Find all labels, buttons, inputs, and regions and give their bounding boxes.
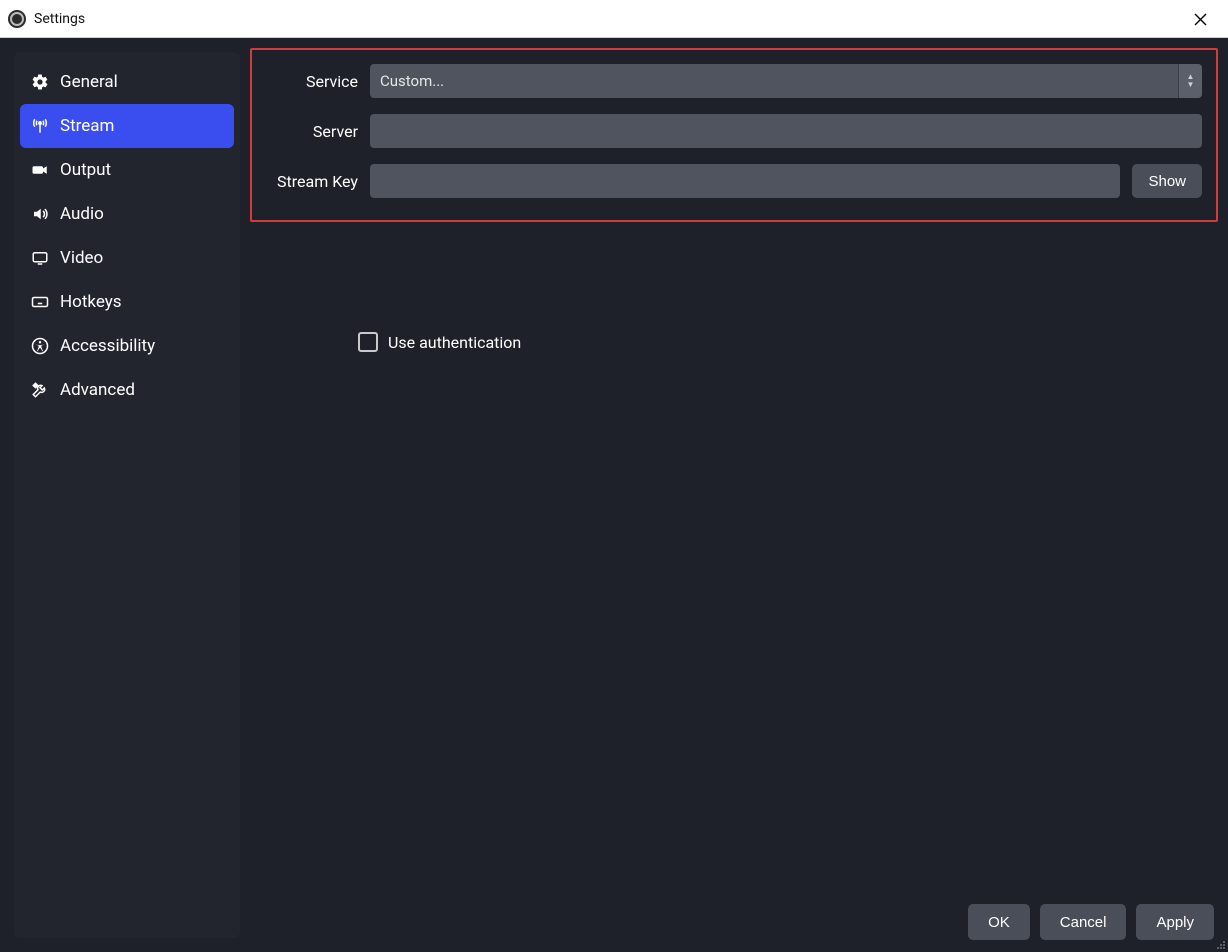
apply-button[interactable]: Apply bbox=[1136, 904, 1214, 940]
use-auth-row: Use authentication bbox=[358, 332, 1218, 352]
antenna-icon bbox=[30, 117, 50, 135]
service-value: Custom... bbox=[380, 72, 444, 90]
sidebar-item-video[interactable]: Video bbox=[20, 236, 234, 280]
server-row: Server bbox=[266, 114, 1202, 148]
sidebar-item-advanced[interactable]: Advanced bbox=[20, 368, 234, 412]
service-select[interactable]: Custom... ▲ ▼ bbox=[370, 64, 1202, 98]
obs-app-icon bbox=[8, 10, 26, 28]
gear-icon bbox=[30, 73, 50, 91]
sidebar-item-label: Audio bbox=[60, 204, 104, 224]
stream-key-row: Stream Key Show bbox=[266, 164, 1202, 198]
use-auth-checkbox[interactable] bbox=[358, 332, 378, 352]
sidebar-item-label: Video bbox=[60, 248, 103, 268]
show-stream-key-button[interactable]: Show bbox=[1132, 164, 1202, 198]
sidebar-item-label: Output bbox=[60, 160, 111, 180]
accessibility-icon bbox=[30, 337, 50, 355]
service-row: Service Custom... ▲ ▼ bbox=[266, 64, 1202, 98]
service-label: Service bbox=[266, 72, 358, 91]
use-auth-label: Use authentication bbox=[388, 333, 521, 352]
sidebar-item-label: Advanced bbox=[60, 380, 135, 400]
resize-icon bbox=[1216, 940, 1226, 950]
server-input[interactable] bbox=[370, 114, 1202, 148]
sidebar-item-label: Stream bbox=[60, 116, 114, 136]
titlebar: Settings bbox=[0, 0, 1228, 38]
keyboard-icon bbox=[30, 293, 50, 311]
sidebar-item-label: Accessibility bbox=[60, 336, 155, 356]
chevron-down-icon: ▼ bbox=[1187, 81, 1195, 89]
stream-config-highlight: Service Custom... ▲ ▼ Server Stream Key … bbox=[250, 48, 1218, 222]
sidebar-item-label: Hotkeys bbox=[60, 292, 122, 312]
camera-icon bbox=[30, 161, 50, 179]
close-icon bbox=[1194, 13, 1207, 26]
dialog-footer: OK Cancel Apply bbox=[968, 904, 1214, 940]
window-title: Settings bbox=[34, 11, 85, 27]
speaker-icon bbox=[30, 205, 50, 223]
monitor-icon bbox=[30, 249, 50, 267]
cancel-button[interactable]: Cancel bbox=[1040, 904, 1127, 940]
stream-key-label: Stream Key bbox=[266, 172, 358, 191]
select-stepper[interactable]: ▲ ▼ bbox=[1178, 64, 1202, 98]
sidebar-item-output[interactable]: Output bbox=[20, 148, 234, 192]
sidebar-item-label: General bbox=[60, 72, 118, 92]
tools-icon bbox=[30, 381, 50, 399]
sidebar-item-stream[interactable]: Stream bbox=[20, 104, 234, 148]
sidebar-item-hotkeys[interactable]: Hotkeys bbox=[20, 280, 234, 324]
stream-key-input[interactable] bbox=[370, 164, 1120, 198]
server-label: Server bbox=[266, 122, 358, 141]
ok-button[interactable]: OK bbox=[968, 904, 1030, 940]
resize-grip[interactable] bbox=[1214, 938, 1226, 950]
sidebar-item-general[interactable]: General bbox=[20, 60, 234, 104]
sidebar-item-audio[interactable]: Audio bbox=[20, 192, 234, 236]
settings-sidebar: General Stream Output Audio Video bbox=[14, 52, 240, 938]
settings-main: Service Custom... ▲ ▼ Server Stream Key … bbox=[240, 38, 1228, 952]
close-button[interactable] bbox=[1178, 0, 1222, 38]
sidebar-item-accessibility[interactable]: Accessibility bbox=[20, 324, 234, 368]
